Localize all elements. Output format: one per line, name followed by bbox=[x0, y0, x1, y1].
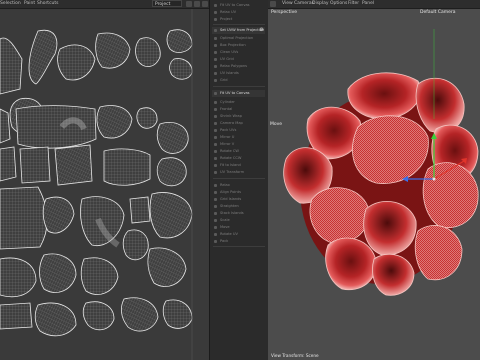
uv-island bbox=[169, 58, 193, 80]
separator bbox=[213, 178, 265, 179]
uv-island bbox=[42, 196, 75, 234]
separator bbox=[213, 86, 265, 87]
cmd-item[interactable]: Pack bbox=[212, 238, 265, 245]
cmd-item[interactable]: Project bbox=[212, 16, 265, 23]
uv-island bbox=[28, 29, 58, 85]
cmd-item[interactable]: Rotate CCW bbox=[212, 155, 265, 162]
cmd-item[interactable]: Mirror V bbox=[212, 141, 265, 148]
fit-uv-label: Fit UV to Canvas bbox=[220, 91, 250, 95]
cmd-item[interactable]: Shrink Wrap bbox=[212, 113, 265, 120]
uv-island bbox=[147, 247, 187, 287]
uv-island bbox=[0, 37, 23, 95]
separator bbox=[213, 246, 265, 247]
uv-canvas[interactable] bbox=[0, 9, 209, 360]
uv-island bbox=[95, 32, 131, 69]
uv-island bbox=[122, 229, 149, 261]
uv-island bbox=[0, 108, 11, 144]
uv-island bbox=[0, 146, 17, 182]
project-select[interactable]: Project bbox=[152, 0, 182, 7]
uv-island bbox=[149, 192, 193, 239]
uv-island bbox=[80, 196, 125, 247]
menu-shortcuts[interactable]: Shortcuts bbox=[37, 0, 59, 8]
cmd-item[interactable]: Cylinder bbox=[212, 99, 265, 106]
cmd-item[interactable]: Align Points bbox=[212, 189, 265, 196]
menu-paint[interactable]: Paint bbox=[24, 0, 35, 8]
3d-viewport[interactable]: Perspective Default Camera Move View Tra… bbox=[268, 9, 480, 360]
uv-island bbox=[136, 107, 158, 129]
cmd-item[interactable]: UV Grid bbox=[212, 56, 265, 63]
uv-island bbox=[156, 157, 187, 187]
menu-panel[interactable]: Panel bbox=[362, 0, 374, 8]
cmd-item[interactable]: Rotate UV bbox=[212, 231, 265, 238]
uv-island bbox=[0, 257, 37, 298]
fit-uv-to-canvas-button[interactable]: Fit UV to Canvas bbox=[212, 90, 265, 97]
uv-island bbox=[0, 302, 33, 330]
uv-view-icon[interactable] bbox=[194, 1, 200, 7]
gear-icon[interactable]: ⚙ bbox=[260, 28, 264, 33]
uv-island bbox=[166, 29, 193, 53]
menu-display[interactable]: Display bbox=[312, 0, 329, 8]
uv-island bbox=[135, 37, 161, 67]
cmd-item[interactable]: Stack Islands bbox=[212, 210, 265, 217]
viewport-icon[interactable] bbox=[270, 1, 276, 7]
menu-view[interactable]: View bbox=[282, 0, 293, 8]
cap-shape bbox=[309, 187, 369, 244]
uv-island bbox=[96, 105, 133, 139]
fungus-model[interactable] bbox=[268, 9, 480, 360]
menu-filter[interactable]: Filter bbox=[348, 0, 359, 8]
cmd-item[interactable]: Camera Map bbox=[212, 120, 265, 127]
uv-tool-icon[interactable] bbox=[186, 1, 192, 7]
cmd-item[interactable]: UV Islands bbox=[212, 70, 265, 77]
menu-cameras[interactable]: Cameras bbox=[294, 0, 314, 8]
cmd-item[interactable]: Frontal bbox=[212, 106, 265, 113]
cmd-item[interactable]: Grid bbox=[212, 77, 265, 84]
uv-island bbox=[57, 44, 96, 81]
uv-island bbox=[120, 297, 159, 332]
uv-editor-panel: Selection Paint Shortcuts Project bbox=[0, 0, 209, 360]
uv-settings-icon[interactable] bbox=[202, 1, 208, 7]
menu-selection[interactable]: Selection bbox=[0, 0, 21, 8]
cmd-item[interactable]: Relax Polygons bbox=[212, 63, 265, 70]
cmd-item[interactable]: Rotate CW bbox=[212, 148, 265, 155]
cmd-item[interactable]: Box Projection bbox=[212, 42, 265, 49]
uv-island bbox=[54, 144, 93, 186]
cmd-item[interactable]: UV Transform bbox=[212, 169, 265, 176]
cmd-item[interactable]: Pack UVs bbox=[212, 127, 265, 134]
cmd-item[interactable]: Relax bbox=[212, 182, 265, 189]
viewport-menubar: View Cameras Display Options Filter Pane… bbox=[268, 0, 480, 9]
set-uvw-label: Set UVW from Projection bbox=[220, 28, 265, 32]
cmd-item[interactable]: Scale bbox=[212, 217, 265, 224]
cmd-item[interactable]: Clean UVs bbox=[212, 49, 265, 56]
cmd-item[interactable]: Optimal Projection bbox=[212, 35, 265, 42]
cmd-item[interactable]: Mirror U bbox=[212, 134, 265, 141]
uv-commands-panel: Fit UV to Canvas Relax UV Project Set UV… bbox=[209, 0, 269, 360]
menu-options[interactable]: Options bbox=[330, 0, 347, 8]
cmd-item[interactable]: Grid Islands bbox=[212, 196, 265, 203]
uv-island bbox=[34, 302, 77, 337]
uv-island bbox=[103, 148, 151, 186]
cmd-item[interactable]: Move bbox=[212, 224, 265, 231]
cmd-item[interactable]: Fit UV to Canvas bbox=[212, 2, 265, 9]
uv-island bbox=[129, 196, 151, 224]
uv-island bbox=[39, 253, 77, 293]
uv-island bbox=[82, 301, 115, 331]
uv-island bbox=[0, 186, 48, 250]
separator bbox=[213, 24, 265, 25]
set-uvw-from-projection-button[interactable]: Set UVW from Projection ⚙ bbox=[212, 27, 265, 34]
uv-island bbox=[80, 257, 119, 295]
cmd-item[interactable]: Relax UV bbox=[212, 9, 265, 16]
cmd-item[interactable]: Fit to Island bbox=[212, 162, 265, 169]
cmd-item[interactable]: Straighten bbox=[212, 203, 265, 210]
uv-island bbox=[162, 299, 193, 329]
uv-island bbox=[156, 122, 189, 154]
cap-shape bbox=[414, 225, 463, 281]
uv-island bbox=[19, 146, 51, 184]
uv-menubar: Selection Paint Shortcuts Project bbox=[0, 0, 209, 9]
